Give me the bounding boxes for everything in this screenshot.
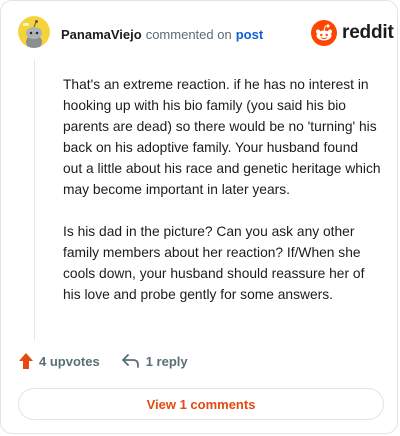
reply-count: 1 reply (145, 353, 188, 369)
reply-button[interactable]: 1 reply (121, 353, 188, 369)
upvote-count: 4 upvotes (39, 353, 100, 369)
upvote-arrow-icon (19, 353, 33, 369)
comment-paragraph: Is his dad in the picture? Can you ask a… (63, 224, 365, 302)
upvote-button[interactable]: 4 upvotes (19, 353, 100, 369)
thread-line (34, 59, 35, 341)
user-avatar[interactable] (18, 16, 50, 48)
comment-actions: 4 upvotes 1 reply (19, 353, 188, 369)
reddit-snoo-icon (311, 20, 337, 46)
view-comments-label: View 1 comments (146, 396, 256, 412)
post-link[interactable]: post (236, 27, 263, 42)
comment-header: PanamaViejo commented on post (61, 27, 263, 42)
comment-card: PanamaViejo commented on post reddit That'… (0, 0, 398, 434)
comment-body: That's an extreme reaction. if he has no… (63, 74, 381, 326)
brand-name: reddit (342, 22, 394, 43)
reply-arrow-icon (121, 354, 139, 368)
username-link[interactable]: PanamaViejo (61, 27, 142, 42)
comment-paragraph: That's an extreme reaction. if he has no… (63, 77, 381, 197)
reddit-brand[interactable]: reddit (311, 20, 394, 46)
action-text: commented on (145, 27, 232, 42)
view-comments-button[interactable]: View 1 comments (18, 388, 384, 420)
snoo-avatar-icon (18, 16, 50, 48)
